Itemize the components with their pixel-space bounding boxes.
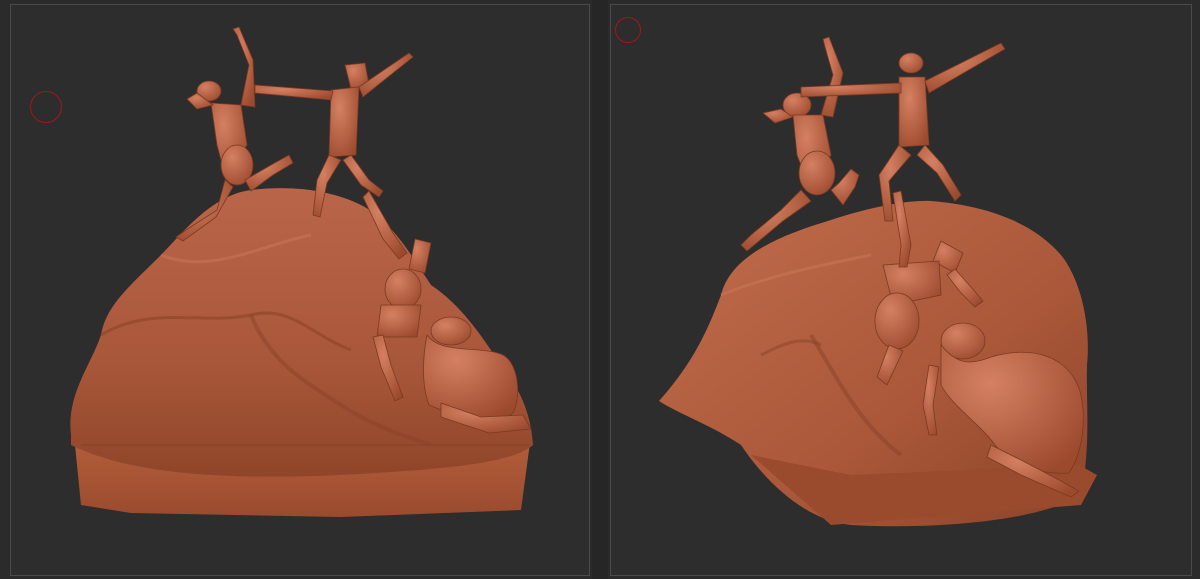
sculpture-render-left [70,26,533,517]
viewport-left[interactable] [10,4,590,576]
viewport-right[interactable] [610,4,1192,576]
sculpture-render-right [659,36,1097,527]
viewport-divider [592,0,608,579]
brush-circle-icon [30,91,62,123]
sculpting-app [0,0,1200,579]
brush-circle-icon [615,17,641,43]
